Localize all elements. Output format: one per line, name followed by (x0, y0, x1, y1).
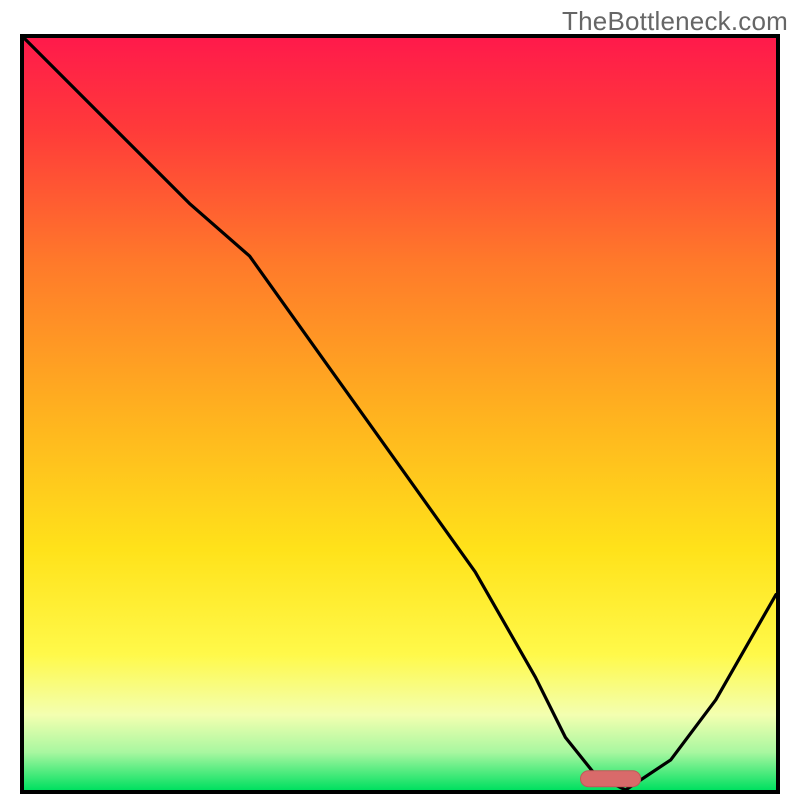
curve-overlay (24, 38, 776, 790)
plot-frame (20, 34, 780, 794)
watermark-text: TheBottleneck.com (562, 6, 788, 37)
optimal-zone-marker (581, 771, 641, 787)
bottleneck-curve (24, 38, 776, 790)
chart-canvas: TheBottleneck.com (0, 0, 800, 800)
